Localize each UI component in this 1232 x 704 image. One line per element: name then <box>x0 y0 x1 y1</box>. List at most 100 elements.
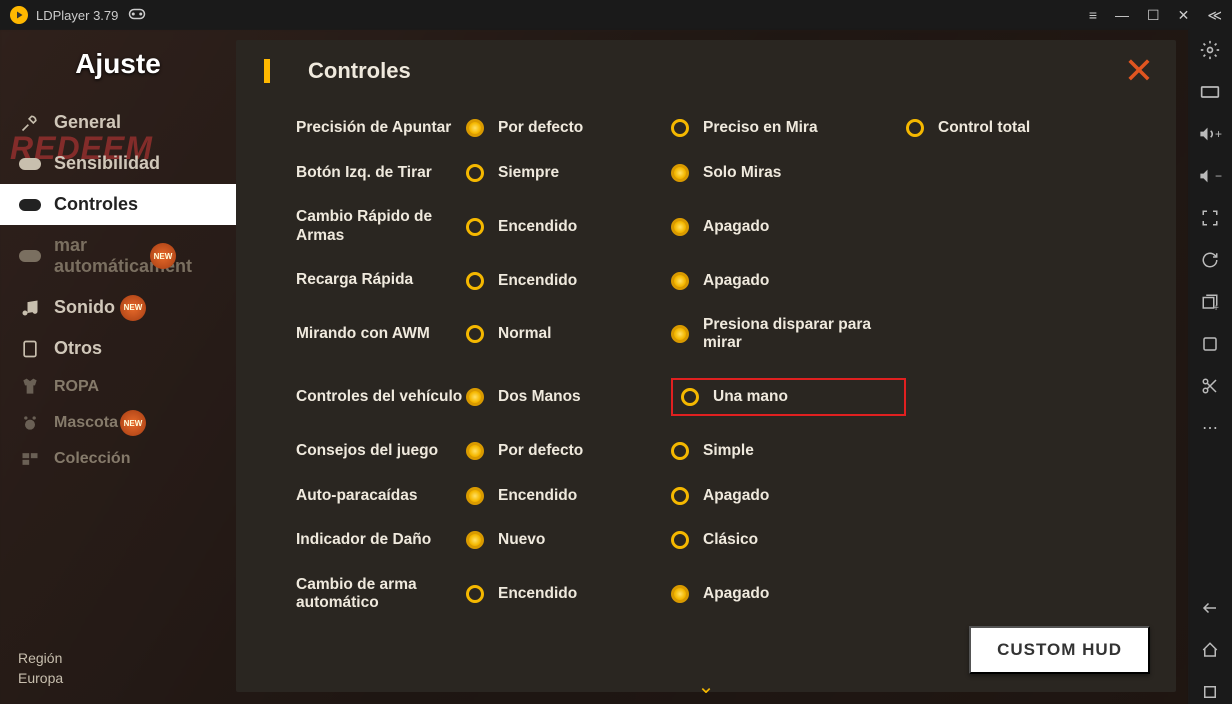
scissors-icon[interactable] <box>1198 374 1222 398</box>
back-icon[interactable] <box>1198 596 1222 620</box>
options-group: Por defectoSimple <box>466 442 1148 460</box>
volume-up-icon[interactable]: + <box>1198 122 1222 146</box>
option-label: Una mano <box>713 388 788 406</box>
radio-icon <box>671 325 689 343</box>
volume-down-icon[interactable]: − <box>1198 164 1222 188</box>
custom-hud-button[interactable]: CUSTOM HUD <box>969 626 1150 674</box>
gamepad-icon <box>128 8 146 23</box>
option-label: Apagado <box>703 487 769 505</box>
options-group: Encendido Apagado <box>466 218 1148 236</box>
pet-icon <box>18 413 42 433</box>
sidebar-item-sonido[interactable]: Sonido NEW <box>0 287 236 328</box>
options-group: Encendido Apagado <box>466 585 1148 603</box>
radio-option[interactable]: Apagado <box>671 585 906 603</box>
radio-option[interactable]: Encendido <box>466 218 671 236</box>
new-badge: NEW <box>150 243 176 269</box>
radio-option[interactable]: Una mano <box>671 378 906 416</box>
accent-bar <box>264 59 270 83</box>
setting-row: Precisión de Apuntar Por defecto Preciso e… <box>296 106 1148 151</box>
radio-option[interactable]: Encendido <box>466 487 671 505</box>
sidebar-item-mascota[interactable]: Mascota NEW <box>0 405 236 441</box>
keyboard-icon[interactable] <box>1198 80 1222 104</box>
radio-icon <box>906 119 924 137</box>
radio-option[interactable]: Solo Miras <box>671 164 906 182</box>
sidebar-item-general[interactable]: General <box>0 102 236 143</box>
page-title: Ajuste <box>0 30 236 102</box>
left-panel: Ajuste General Sensibilidad Controles <box>0 30 236 704</box>
minimize-button[interactable]: — <box>1115 7 1129 23</box>
options-group: NuevoClásico <box>466 531 1148 549</box>
wrench-icon <box>18 113 42 133</box>
setting-label: Recarga Rápida <box>296 271 466 290</box>
maximize-button[interactable]: ☐ <box>1147 7 1160 24</box>
sidebar-item-sensibilidad[interactable]: Sensibilidad <box>0 143 236 184</box>
menu-button[interactable]: ≡ <box>1089 7 1097 23</box>
option-label: Por defecto <box>498 119 583 137</box>
radio-icon <box>466 442 484 460</box>
radio-option[interactable]: Siempre <box>466 164 671 182</box>
setting-label: Botón Izq. de Tirar <box>296 164 466 183</box>
sidebar-item-coleccion[interactable]: Colección <box>0 441 236 477</box>
option-label: Solo Miras <box>703 164 781 182</box>
option-label: Encendido <box>498 218 577 236</box>
region-label: Región <box>18 650 63 666</box>
radio-icon <box>671 272 689 290</box>
sidebar-label: Sonido <box>54 297 115 318</box>
sidebar-item-ropa[interactable]: ROPA <box>0 369 236 405</box>
sidebar-label: Colección <box>54 450 130 468</box>
option-label: Presiona disparar para mirar <box>703 316 906 352</box>
radio-icon <box>671 585 689 603</box>
fullscreen-icon[interactable] <box>1198 206 1222 230</box>
options-group: Encendido Apagado <box>466 272 1148 290</box>
setting-label: Precisión de Apuntar <box>296 119 466 138</box>
setting-label: Consejos del juego <box>296 442 466 461</box>
sync-icon[interactable] <box>1198 248 1222 272</box>
radio-icon <box>466 585 484 603</box>
setting-row: Botón Izq. de Tirar Siempre Solo Miras <box>296 151 1148 196</box>
radio-option[interactable]: Control total <box>906 119 1086 137</box>
radio-option[interactable]: Normal <box>466 316 671 352</box>
collapse-button[interactable]: ≪ <box>1207 7 1222 24</box>
radio-option[interactable]: Encendido <box>466 585 671 603</box>
multi-instance-icon[interactable]: + <box>1198 290 1222 314</box>
radio-option[interactable]: Presiona disparar para mirar <box>671 316 906 352</box>
sidebar-item-controles[interactable]: Controles <box>0 184 236 225</box>
shirt-icon <box>18 377 42 397</box>
radio-option[interactable]: Simple <box>671 442 906 460</box>
radio-option[interactable]: Por defecto <box>466 119 671 137</box>
radio-option[interactable]: Apagado <box>671 272 906 290</box>
options-group: Dos Manos Una mano <box>466 378 1148 416</box>
radio-icon <box>671 164 689 182</box>
radio-option[interactable]: Apagado <box>671 218 906 236</box>
game-area: REDEEM Ajuste General Sensibilidad Cont <box>0 30 1188 704</box>
option-label: Siempre <box>498 164 559 182</box>
radio-option[interactable]: Apagado <box>671 487 906 505</box>
titlebar: LDPlayer 3.79 ≡ — ☐ ✕ ≪ <box>0 0 1232 30</box>
settings-panel: Controles ✕ Precisión de ApuntarPor defe… <box>236 40 1176 692</box>
home-icon[interactable] <box>1198 638 1222 662</box>
setting-label: Mirando con AWM <box>296 325 466 344</box>
radio-option[interactable]: Encendido <box>466 272 671 290</box>
radio-icon <box>671 531 689 549</box>
more-icon[interactable]: ⋯ <box>1198 416 1222 440</box>
options-group: Siempre Solo Miras <box>466 164 1148 182</box>
option-label: Apagado <box>703 585 769 603</box>
option-label: Normal <box>498 325 551 343</box>
sidebar-item-otros[interactable]: Otros <box>0 328 236 369</box>
option-label: Apagado <box>703 272 769 290</box>
gamepad-icon <box>18 246 42 266</box>
radio-icon <box>466 218 484 236</box>
radio-option[interactable]: Clásico <box>671 531 906 549</box>
radio-option[interactable]: Por defecto <box>466 442 671 460</box>
radio-option[interactable]: Preciso en Mira <box>671 119 906 137</box>
radio-icon <box>681 388 699 406</box>
close-icon[interactable]: ✕ <box>1124 50 1154 92</box>
gear-icon[interactable] <box>1198 38 1222 62</box>
radio-option[interactable]: Nuevo <box>466 531 671 549</box>
close-button[interactable]: ✕ <box>1178 7 1190 24</box>
apk-icon[interactable] <box>1198 332 1222 356</box>
chevron-down-icon[interactable]: ⌄ <box>236 674 1176 699</box>
sidebar-item-automatic[interactable]: mar automáticament NEW <box>0 225 236 287</box>
recent-icon[interactable] <box>1198 680 1222 704</box>
radio-option[interactable]: Dos Manos <box>466 378 671 416</box>
